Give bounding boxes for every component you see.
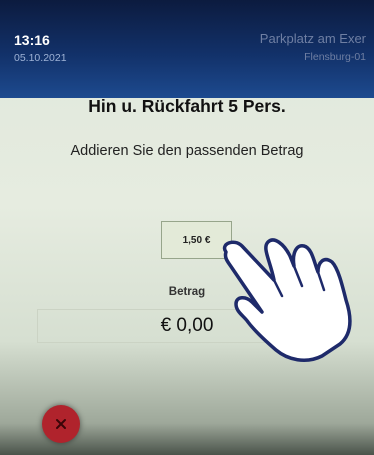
cancel-button[interactable] xyxy=(42,405,80,443)
amount-value: € 0,00 xyxy=(160,315,214,336)
kiosk-screen: 13:16 05.10.2021 Parkplatz am Exer Flens… xyxy=(0,0,374,455)
terminal-id: Flensburg-01 xyxy=(304,51,366,63)
coin-amount-label: 1,50 € xyxy=(182,234,211,246)
location-name: Parkplatz am Exer xyxy=(259,31,366,46)
close-icon xyxy=(56,419,66,429)
instruction-text: Addieren Sie den passenden Betrag xyxy=(70,143,304,159)
page-title: Hin u. Rückfahrt 5 Pers. xyxy=(88,96,286,116)
header-bar: 13:16 05.10.2021 Parkplatz am Exer Flens… xyxy=(0,0,374,98)
amount-label: Betrag xyxy=(168,286,206,298)
coin-amount-button[interactable]: 1,50 € xyxy=(161,221,232,259)
clock-time: 13:16 xyxy=(14,32,50,48)
clock-date: 05.10.2021 xyxy=(14,52,67,64)
